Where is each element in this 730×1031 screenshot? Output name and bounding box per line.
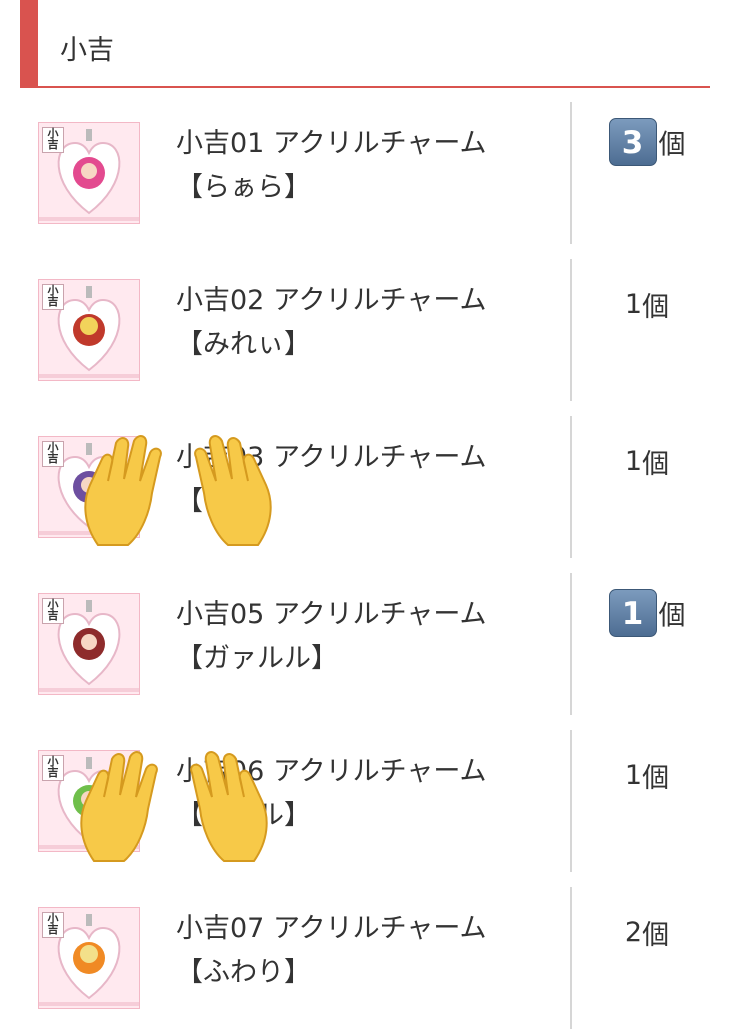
item-name-line1: 小吉05 アクリルチャーム <box>176 599 487 630</box>
item-name-line2: 【ふわり】 <box>176 957 311 988</box>
item-name: 小吉02 アクリルチャーム 【みれぃ】 <box>176 279 536 367</box>
quantity-number: 1 <box>624 446 643 477</box>
column-divider <box>570 259 572 401</box>
thumb-footer <box>39 217 139 221</box>
section-header: 小吉 <box>20 0 710 88</box>
column-divider <box>570 887 572 1029</box>
thumb-footer <box>39 688 139 692</box>
thumb-badge: 小吉 <box>42 127 64 153</box>
item-name-line1: 小吉07 アクリルチャーム <box>176 913 487 944</box>
item-name: 小吉07 アクリルチャーム 【ふわり】 <box>176 907 536 995</box>
item-name: 小吉01 アクリルチャーム 【らぁら】 <box>176 122 536 210</box>
quantity-unit: 個 <box>642 763 670 794</box>
keycap-number-icon: 1 <box>608 589 657 637</box>
list-item[interactable]: 小吉 小吉05 アクリルチャーム 【ガァルル】 1個 <box>0 559 730 717</box>
section-title: 小吉 <box>60 35 114 66</box>
item-name-line2: 【ガァルル】 <box>176 643 338 674</box>
quantity-unit: 個 <box>642 449 670 480</box>
item-name-line1: 小吉02 アクリルチャーム <box>176 285 487 316</box>
item-name: 小吉05 アクリルチャーム 【ガァルル】 <box>176 593 536 681</box>
raised-hands-icon <box>80 751 268 862</box>
quantity-unit: 個 <box>642 292 670 323</box>
item-quantity: 1個 <box>572 756 722 795</box>
quantity-number: 1 <box>624 760 643 791</box>
item-quantity: 2個 <box>572 913 722 952</box>
raised-hands-icon <box>84 435 272 546</box>
thumb-badge: 小吉 <box>42 755 64 781</box>
quantity-number: 1 <box>624 289 643 320</box>
item-name-line2: 【らぁら】 <box>176 172 311 203</box>
thumb-badge: 小吉 <box>42 441 64 467</box>
quantity-number: 2 <box>624 917 643 948</box>
thumb-badge: 小吉 <box>42 912 64 938</box>
section-accent-bar <box>20 0 38 86</box>
keycap-number-icon: 3 <box>608 118 657 166</box>
thumb-footer <box>39 374 139 378</box>
item-quantity: 1個 <box>572 442 722 481</box>
thumb-footer <box>39 1002 139 1006</box>
item-quantity: 1個 <box>572 285 722 324</box>
item-name-line1: 小吉01 アクリルチャーム <box>176 128 487 159</box>
item-thumbnail: 小吉 <box>38 122 140 224</box>
item-quantity: 3個 <box>572 118 722 166</box>
item-thumbnail: 小吉 <box>38 279 140 381</box>
item-thumbnail: 小吉 <box>38 593 140 695</box>
list-item[interactable]: 小吉 小吉07 アクリルチャーム 【ふわり】 2個 <box>0 873 730 1031</box>
item-name-line2: 【みれぃ】 <box>176 329 311 360</box>
quantity-unit: 個 <box>642 920 670 951</box>
item-quantity: 1個 <box>572 589 722 637</box>
item-thumbnail: 小吉 <box>38 907 140 1009</box>
column-divider <box>570 416 572 558</box>
quantity-unit: 個 <box>658 600 686 632</box>
quantity-unit: 個 <box>658 129 686 161</box>
list-item[interactable]: 小吉 小吉02 アクリルチャーム 【みれぃ】 1個 <box>0 245 730 403</box>
column-divider <box>570 730 572 872</box>
list-item[interactable]: 小吉 小吉01 アクリルチャーム 【らぁら】 3個 <box>0 88 730 246</box>
thumb-badge: 小吉 <box>42 598 64 624</box>
thumb-badge: 小吉 <box>42 284 64 310</box>
